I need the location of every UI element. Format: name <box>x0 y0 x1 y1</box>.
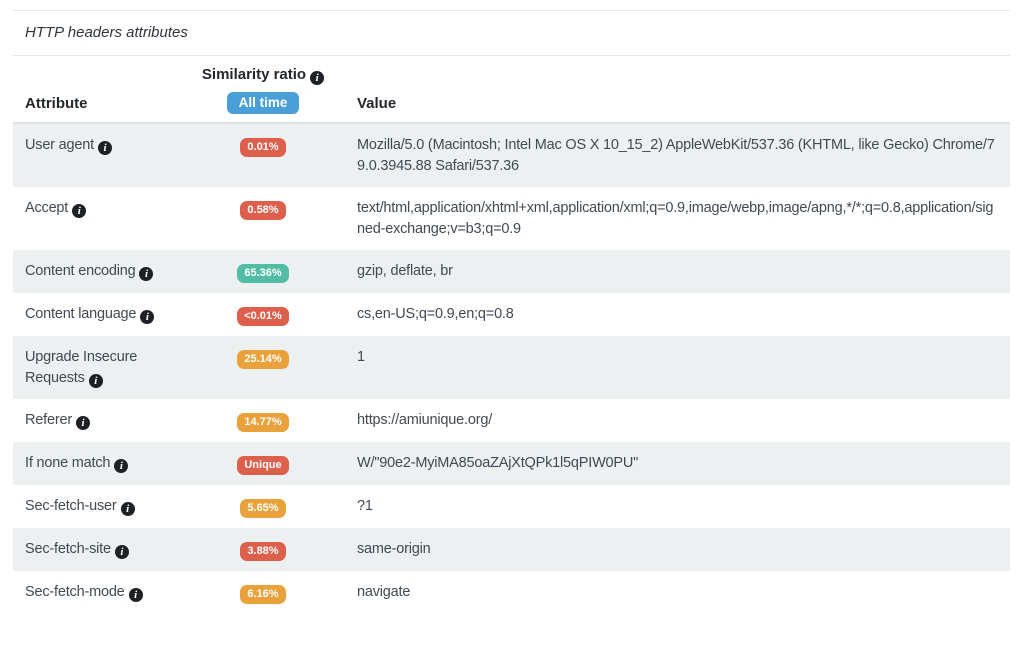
attribute-label: Sec-fetch-site <box>25 541 111 557</box>
table-row: Referer 14.77% https://amiunique.org/ <box>13 399 1010 442</box>
similarity-ratio-badge: <0.01% <box>237 307 289 326</box>
attribute-info-icon[interactable] <box>98 141 112 155</box>
attribute-value: navigate <box>333 571 1010 614</box>
similarity-ratio-badge: 0.58% <box>240 201 285 220</box>
attribute-label: If none match <box>25 455 110 471</box>
attribute-label: Sec-fetch-user <box>25 498 117 514</box>
attribute-value: same-origin <box>333 528 1010 571</box>
similarity-ratio-badge: 14.77% <box>237 413 288 432</box>
panel-title: HTTP headers attributes <box>13 11 1010 56</box>
attribute-info-icon[interactable] <box>121 502 135 516</box>
headers-table-body: User agent 0.01% Mozilla/5.0 (Macintosh;… <box>13 123 1010 614</box>
value-column-header: Value <box>333 56 1010 123</box>
attribute-value: 1 <box>333 336 1010 399</box>
attribute-label: User agent <box>25 137 94 153</box>
similarity-ratio-badge: 0.01% <box>240 138 285 157</box>
similarity-column-header: Similarity ratio All time <box>193 56 333 123</box>
similarity-ratio-badge: 65.36% <box>237 264 288 283</box>
attribute-value: Mozilla/5.0 (Macintosh; Intel Mac OS X 1… <box>333 123 1010 187</box>
attribute-info-icon[interactable] <box>72 204 86 218</box>
table-row: If none match Unique W/"90e2-MyiMA85oaZA… <box>13 442 1010 485</box>
attribute-info-icon[interactable] <box>114 459 128 473</box>
similarity-ratio-badge: 6.16% <box>240 585 285 604</box>
attribute-value: W/"90e2-MyiMA85oaZAjXtQPk1l5qPIW0PU" <box>333 442 1010 485</box>
similarity-ratio-badge: 5.65% <box>240 499 285 518</box>
attribute-value: text/html,application/xhtml+xml,applicat… <box>333 187 1010 250</box>
attribute-info-icon[interactable] <box>115 545 129 559</box>
table-row: Sec-fetch-mode 6.16% navigate <box>13 571 1010 614</box>
similarity-info-icon[interactable] <box>310 71 324 85</box>
attribute-label: Upgrade Insecure Requests <box>25 349 137 386</box>
attribute-label: Content encoding <box>25 263 135 279</box>
table-header-row: Attribute Similarity ratio All time Valu… <box>13 56 1010 123</box>
table-row: Content encoding 65.36% gzip, deflate, b… <box>13 250 1010 293</box>
attribute-info-icon[interactable] <box>129 588 143 602</box>
attribute-label: Referer <box>25 412 72 428</box>
similarity-ratio-badge: 25.14% <box>237 350 288 369</box>
attribute-value: cs,en-US;q=0.9,en;q=0.8 <box>333 293 1010 336</box>
attribute-label: Sec-fetch-mode <box>25 584 125 600</box>
table-row: User agent 0.01% Mozilla/5.0 (Macintosh;… <box>13 123 1010 187</box>
attribute-value: ?1 <box>333 485 1010 528</box>
attribute-column-header: Attribute <box>13 56 193 123</box>
table-row: Accept 0.58% text/html,application/xhtml… <box>13 187 1010 250</box>
attribute-info-icon[interactable] <box>139 267 153 281</box>
attribute-label: Accept <box>25 200 68 216</box>
attribute-value: https://amiunique.org/ <box>333 399 1010 442</box>
attribute-label: Content language <box>25 306 136 322</box>
similarity-ratio-label: Similarity ratio <box>202 66 306 83</box>
attribute-info-icon[interactable] <box>140 310 154 324</box>
table-row: Content language <0.01% cs,en-US;q=0.9,e… <box>13 293 1010 336</box>
all-time-filter-badge[interactable]: All time <box>227 92 300 114</box>
table-row: Sec-fetch-user 5.65% ?1 <box>13 485 1010 528</box>
attribute-info-icon[interactable] <box>89 374 103 388</box>
table-row: Sec-fetch-site 3.88% same-origin <box>13 528 1010 571</box>
table-row: Upgrade Insecure Requests 25.14% 1 <box>13 336 1010 399</box>
http-headers-table: Attribute Similarity ratio All time Valu… <box>13 56 1010 614</box>
similarity-ratio-badge: Unique <box>237 456 288 475</box>
attribute-value: gzip, deflate, br <box>333 250 1010 293</box>
similarity-ratio-badge: 3.88% <box>240 542 285 561</box>
http-headers-panel: HTTP headers attributes Attribute Simila… <box>13 10 1010 614</box>
attribute-info-icon[interactable] <box>76 416 90 430</box>
